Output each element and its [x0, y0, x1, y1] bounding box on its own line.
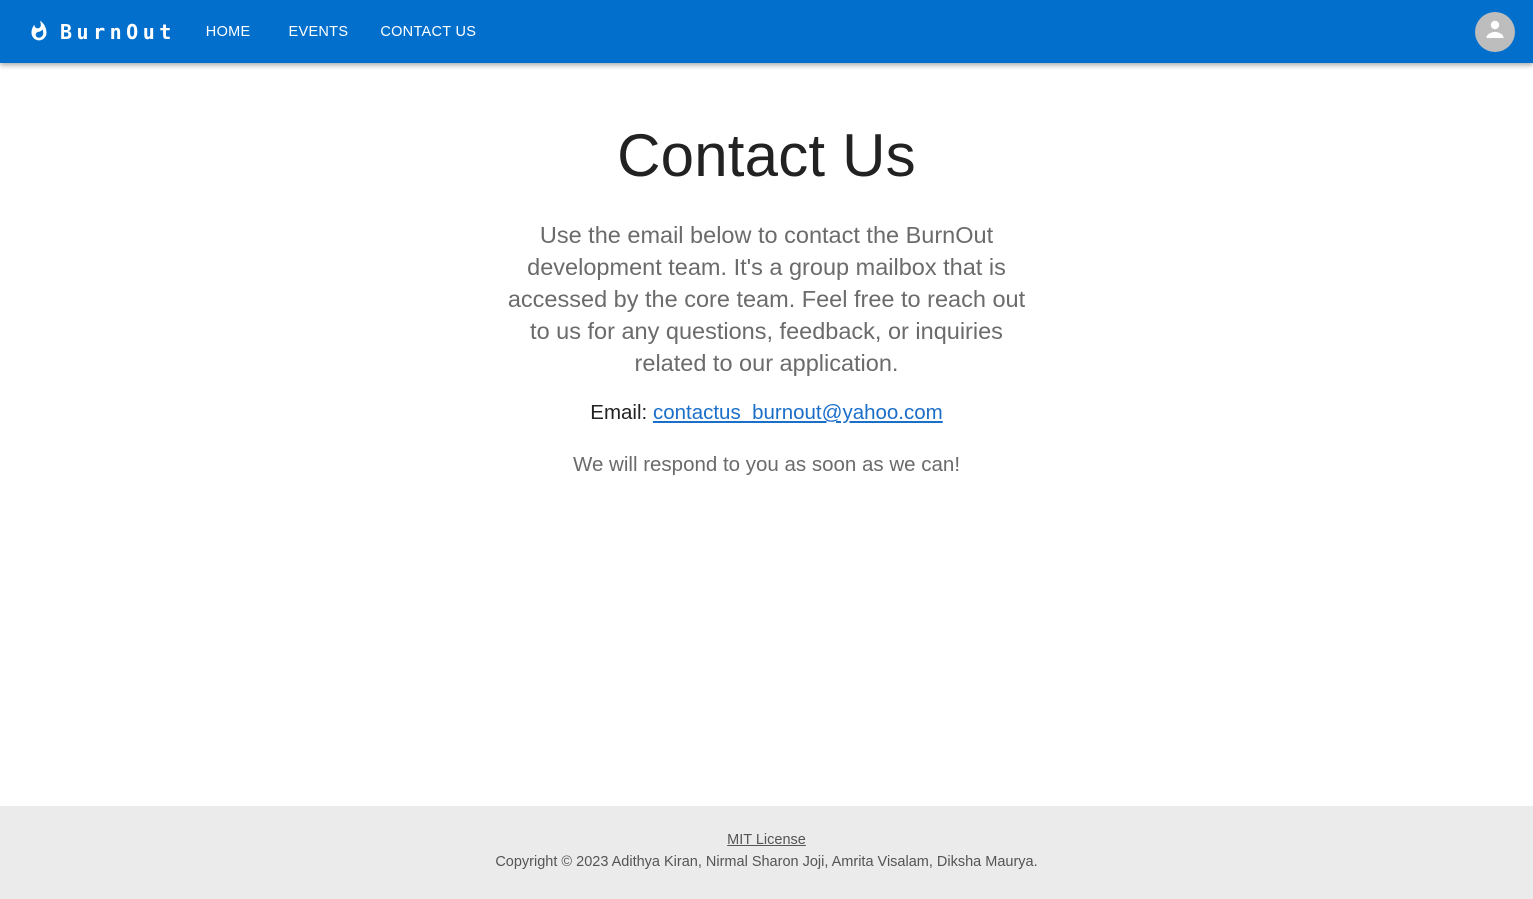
footer: MIT License Copyright © 2023 Adithya Kir…	[0, 806, 1533, 899]
contact-content: Contact Us Use the email below to contac…	[0, 63, 1533, 806]
nav-events[interactable]: EVENTS	[273, 18, 365, 46]
email-link[interactable]: contactus_burnout@yahoo.com	[653, 401, 943, 424]
email-label: Email:	[590, 401, 648, 424]
license-link[interactable]: MIT License	[727, 832, 806, 848]
email-line: Email: contactus_burnout@yahoo.com	[590, 401, 942, 425]
nav-home[interactable]: HOME	[190, 18, 267, 46]
brand-name: BurnOut	[60, 19, 176, 44]
page: BurnOut HOME EVENTS CONTACT US Contact U…	[0, 0, 1533, 899]
flame-icon	[30, 19, 48, 41]
account-avatar-button[interactable]	[1475, 11, 1515, 52]
brand-logo[interactable]: BurnOut	[30, 20, 176, 44]
respond-text: We will respond to you as soon as we can…	[572, 453, 961, 476]
app-bar: BurnOut HOME EVENTS CONTACT US	[0, 0, 1533, 63]
main-nav: HOME EVENTS CONTACT US	[190, 18, 492, 46]
intro-text: Use the email below to contact the BurnO…	[507, 222, 1026, 376]
page-title: Contact Us	[617, 122, 916, 189]
nav-contact-us[interactable]: CONTACT US	[364, 18, 492, 46]
copyright-text: Copyright © 2023 Adithya Kiran, Nirmal S…	[495, 853, 1038, 870]
account-circle-icon	[1483, 17, 1507, 46]
